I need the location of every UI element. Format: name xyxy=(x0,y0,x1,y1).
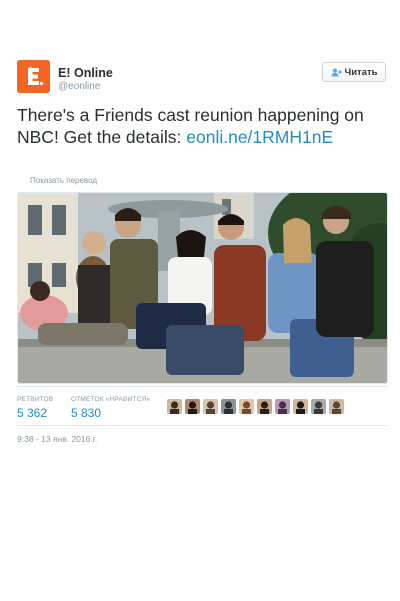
retweets-label: РЕТВИТОВ xyxy=(17,396,54,403)
liker-avatar-3[interactable] xyxy=(203,399,218,414)
tweet-link[interactable]: eonli.ne/1RMH1nE xyxy=(186,127,333,147)
likes-stat[interactable]: ОТМЕТОК «НРАВИТСЯ» 5 830 xyxy=(71,396,150,420)
liker-avatar-5[interactable] xyxy=(239,399,254,414)
account-name[interactable]: E! Online xyxy=(58,66,113,80)
follow-button[interactable]: Читать xyxy=(322,62,386,82)
account-handle[interactable]: @eonline xyxy=(58,81,100,92)
retweets-count: 5 362 xyxy=(17,406,48,420)
tweet-timestamp[interactable]: 9:38 - 13 янв. 2016 г. xyxy=(17,434,97,444)
liker-avatars xyxy=(167,399,344,414)
likes-label: ОТМЕТОК «НРАВИТСЯ» xyxy=(71,396,151,403)
liker-avatar-8[interactable] xyxy=(293,399,308,414)
likes-count: 5 830 xyxy=(71,406,102,420)
liker-avatar-1[interactable] xyxy=(167,399,182,414)
liker-avatar-10[interactable] xyxy=(329,399,344,414)
liker-avatar-4[interactable] xyxy=(221,399,236,414)
follow-button-label: Читать xyxy=(344,66,378,78)
tweet-text: There's a Friends cast reunion happening… xyxy=(17,104,389,148)
translate-link[interactable]: Показать перевод xyxy=(30,176,97,185)
account-avatar[interactable] xyxy=(17,60,50,93)
e-online-logo-icon xyxy=(17,60,50,93)
liker-avatar-7[interactable] xyxy=(275,399,290,414)
tweet-card: E! Online @eonline Читать There's a Frie… xyxy=(0,0,400,601)
tweet-stats: РЕТВИТОВ 5 362 ОТМЕТОК «НРАВИТСЯ» 5 830 xyxy=(17,386,388,426)
tweet-photo[interactable] xyxy=(17,192,388,384)
follow-user-icon xyxy=(331,68,342,76)
liker-avatar-9[interactable] xyxy=(311,399,326,414)
friends-cast-photo xyxy=(18,193,387,383)
retweets-stat[interactable]: РЕТВИТОВ 5 362 xyxy=(17,396,53,420)
liker-avatar-6[interactable] xyxy=(257,399,272,414)
liker-avatar-2[interactable] xyxy=(185,399,200,414)
